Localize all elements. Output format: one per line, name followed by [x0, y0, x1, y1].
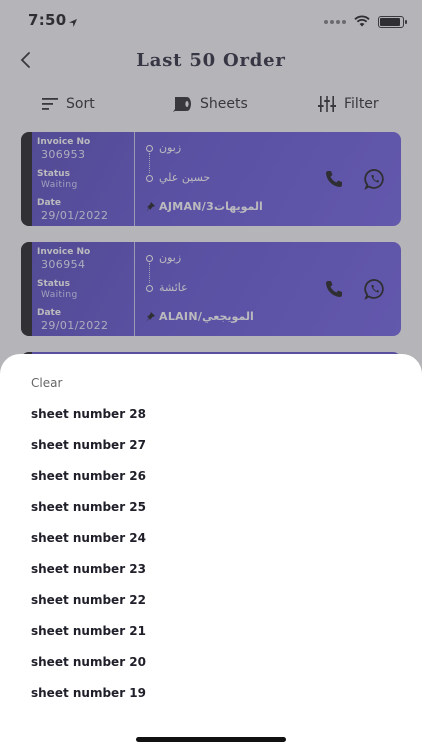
sheet-option-22[interactable]: sheet number 22: [31, 593, 146, 607]
sheet-option-19[interactable]: sheet number 19: [31, 686, 146, 700]
sheet-picker: Clear sheet number 28 sheet number 27 sh…: [0, 354, 422, 750]
sheet-option-20[interactable]: sheet number 20: [31, 655, 146, 669]
clear-button[interactable]: Clear: [31, 376, 62, 390]
sheet-option-28[interactable]: sheet number 28: [31, 407, 146, 421]
sheet-option-23[interactable]: sheet number 23: [31, 562, 146, 576]
sheet-option-27[interactable]: sheet number 27: [31, 438, 146, 452]
home-indicator: [136, 737, 286, 742]
sheet-option-21[interactable]: sheet number 21: [31, 624, 146, 638]
sheet-option-26[interactable]: sheet number 26: [31, 469, 146, 483]
sheet-option-25[interactable]: sheet number 25: [31, 500, 146, 514]
sheet-option-24[interactable]: sheet number 24: [31, 531, 146, 545]
